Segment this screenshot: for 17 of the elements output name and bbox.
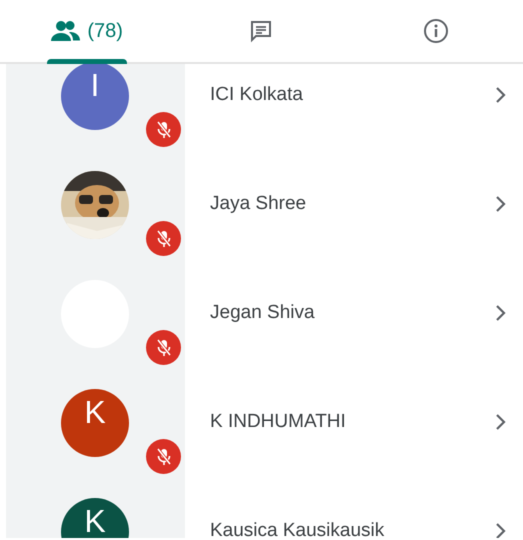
avatar: I [61, 64, 129, 130]
chevron-right-icon[interactable] [495, 522, 507, 538]
avatar: K [61, 498, 129, 538]
chevron-right-icon[interactable] [495, 304, 507, 322]
info-icon [422, 18, 449, 44]
participant-name: Kausica Kausikausik [210, 519, 384, 538]
chevron-right-icon[interactable] [495, 86, 507, 104]
people-tab[interactable]: (78) [0, 0, 174, 62]
avatar: K [61, 388, 129, 456]
participant-name: Jaya Shree [210, 192, 306, 216]
participant-name: K INDHUMATHI [210, 410, 346, 434]
participant-name: Jegan Shiva [210, 301, 315, 326]
chevron-right-icon[interactable] [495, 195, 507, 214]
participant-name: ICI Kolkata [210, 83, 303, 108]
chevron-right-icon[interactable] [495, 413, 507, 432]
chat-icon [249, 19, 274, 43]
people-icon [51, 20, 82, 42]
